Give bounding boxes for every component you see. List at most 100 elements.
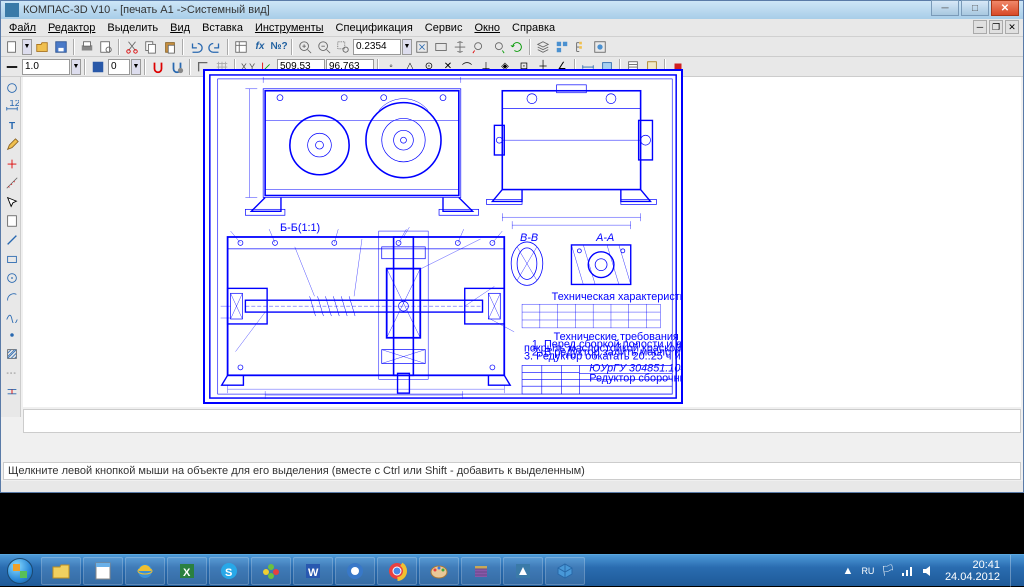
spec2-button[interactable] <box>3 212 21 230</box>
show-desktop-button[interactable] <box>1010 555 1020 587</box>
taskbar: X S W ▲ RU 🏳 20:41 24.04.2012 <box>0 554 1024 586</box>
menu-window[interactable]: Окно <box>468 20 506 36</box>
clock-time: 20:41 <box>945 559 1000 571</box>
menu-editor[interactable]: Редактор <box>42 20 101 36</box>
line-tool-button[interactable] <box>3 231 21 249</box>
task-winrar[interactable] <box>461 557 501 585</box>
geometry-button[interactable] <box>3 79 21 97</box>
menu-insert[interactable]: Вставка <box>196 20 249 36</box>
views-button[interactable] <box>553 38 571 56</box>
tray-lang-icon[interactable]: RU <box>861 564 875 578</box>
new-button[interactable] <box>3 38 21 56</box>
new-dropdown[interactable]: ▼ <box>22 39 32 55</box>
tray-expand-icon[interactable]: ▲ <box>841 564 855 578</box>
snap-settings-button[interactable] <box>168 58 186 76</box>
zoom-in-button[interactable] <box>296 38 314 56</box>
measure2-button[interactable] <box>3 174 21 192</box>
task-skype[interactable]: S <box>209 557 249 585</box>
task-paint[interactable] <box>419 557 459 585</box>
tech-char-title: Техническая характеристика <box>552 291 681 303</box>
property-panel <box>23 409 1021 433</box>
minimize-button[interactable]: ─ <box>931 0 959 16</box>
arc-tool-button[interactable] <box>3 288 21 306</box>
menu-help[interactable]: Справка <box>506 20 561 36</box>
pan-button[interactable] <box>451 38 469 56</box>
zoom-window-button[interactable] <box>334 38 352 56</box>
tray-volume-icon[interactable] <box>921 564 935 578</box>
app-icon <box>5 3 19 17</box>
line-style-dropdown[interactable]: ▼ <box>71 59 81 75</box>
point-tool-button[interactable] <box>3 326 21 344</box>
doc-close-button[interactable]: ✕ <box>1005 20 1019 34</box>
doc-minimize-button[interactable]: ─ <box>973 20 987 34</box>
show-all-button[interactable] <box>591 38 609 56</box>
task-kompas[interactable] <box>503 557 543 585</box>
menu-view[interactable]: Вид <box>164 20 196 36</box>
zoom-prev-button[interactable] <box>470 38 488 56</box>
open-button[interactable] <box>33 38 51 56</box>
help-button[interactable]: №? <box>270 38 288 56</box>
tray-network-icon[interactable] <box>901 564 915 578</box>
params-button[interactable] <box>3 155 21 173</box>
menu-file[interactable]: Файл <box>3 20 42 36</box>
layers-button[interactable] <box>534 38 552 56</box>
circle-tool-button[interactable] <box>3 269 21 287</box>
task-ie[interactable] <box>125 557 165 585</box>
redo-button[interactable] <box>206 38 224 56</box>
left-toolbar: 12 T <box>1 77 21 417</box>
task-app1[interactable] <box>335 557 375 585</box>
undo-button[interactable] <box>187 38 205 56</box>
zoom-next-button[interactable] <box>489 38 507 56</box>
close-button[interactable]: ✕ <box>991 0 1019 16</box>
color-button[interactable] <box>89 58 107 76</box>
refresh-button[interactable] <box>508 38 526 56</box>
preview-button[interactable] <box>97 38 115 56</box>
zoom-fit-button[interactable] <box>413 38 431 56</box>
hatch-tool-button[interactable] <box>3 345 21 363</box>
maximize-button[interactable]: □ <box>961 0 989 16</box>
task-icq[interactable] <box>251 557 291 585</box>
offset-tool-button[interactable] <box>3 383 21 401</box>
svg-text:12: 12 <box>9 100 19 109</box>
variables-button[interactable]: fx <box>251 38 269 56</box>
snap-magnet-button[interactable] <box>149 58 167 76</box>
task-explorer[interactable] <box>41 557 81 585</box>
cut-button[interactable] <box>123 38 141 56</box>
zoom-all-button[interactable] <box>432 38 450 56</box>
annotations-button[interactable]: T <box>3 117 21 135</box>
task-vbox[interactable] <box>545 557 585 585</box>
start-button[interactable] <box>0 555 40 587</box>
drawing-sheet: Б-Б(1:1) <box>203 69 683 404</box>
menu-service[interactable]: Сервис <box>419 20 469 36</box>
task-word[interactable]: W <box>293 557 333 585</box>
dimensions-button[interactable]: 12 <box>3 98 21 116</box>
line-style-button[interactable] <box>3 58 21 76</box>
task-chrome[interactable] <box>377 557 417 585</box>
menu-tools[interactable]: Инструменты <box>249 20 330 36</box>
copy-button[interactable] <box>142 38 160 56</box>
menu-select[interactable]: Выделить <box>101 20 164 36</box>
select-button[interactable] <box>3 193 21 211</box>
save-button[interactable] <box>52 38 70 56</box>
print-button[interactable] <box>78 38 96 56</box>
spline-tool-button[interactable] <box>3 307 21 325</box>
color-dropdown[interactable]: ▼ <box>131 59 141 75</box>
paste-button[interactable] <box>161 38 179 56</box>
task-excel[interactable]: X <box>167 557 207 585</box>
rect-tool-button[interactable] <box>3 250 21 268</box>
doc-restore-button[interactable]: ❐ <box>989 20 1003 34</box>
zoom-dropdown[interactable]: ▼ <box>402 39 412 55</box>
model-tree-button[interactable] <box>572 38 590 56</box>
color-index-input[interactable] <box>108 59 130 75</box>
properties-button[interactable] <box>232 38 250 56</box>
edit-button[interactable] <box>3 136 21 154</box>
canvas[interactable]: Б-Б(1:1) <box>23 77 1021 407</box>
line-style-input[interactable] <box>22 59 70 75</box>
task-notepad[interactable] <box>83 557 123 585</box>
aux-tool-button[interactable] <box>3 364 21 382</box>
clock[interactable]: 20:41 24.04.2012 <box>941 559 1004 583</box>
menu-spec[interactable]: Спецификация <box>330 20 419 36</box>
zoom-input[interactable] <box>353 39 401 55</box>
tray-flag-icon[interactable]: 🏳 <box>881 564 895 578</box>
zoom-out-button[interactable] <box>315 38 333 56</box>
